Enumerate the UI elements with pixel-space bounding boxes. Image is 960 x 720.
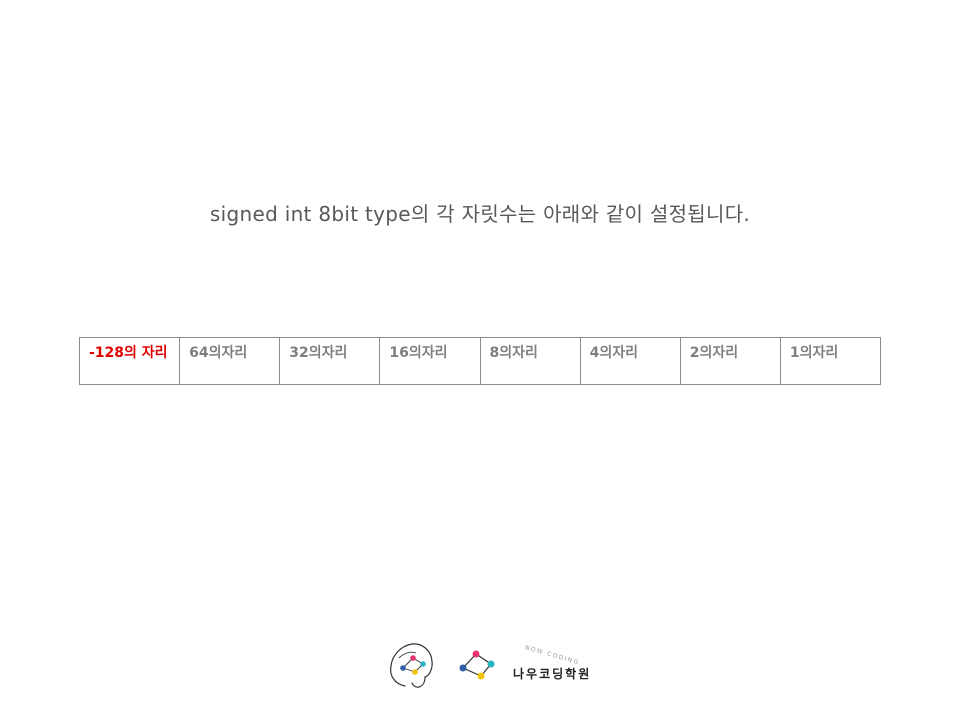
footer-tagline: NOW CODING	[524, 644, 581, 667]
table-cell-bit3: 8의자리	[479, 337, 581, 385]
bit-position-table: -128의 자리 64의자리 32의자리 16의자리 8의자리 4의자리 2의자…	[78, 337, 882, 385]
table-cell-bit6: 64의자리	[179, 337, 281, 385]
table-cell-bit7: -128의 자리	[78, 337, 181, 385]
table-cell-bit1: 2의자리	[679, 337, 781, 385]
head-logo-icon	[390, 643, 433, 688]
table-row: -128의 자리 64의자리 32의자리 16의자리 8의자리 4의자리 2의자…	[78, 337, 882, 385]
table-cell-bit4: 16의자리	[379, 337, 481, 385]
table-cell-bit5: 32의자리	[279, 337, 381, 385]
network-logo-icon	[459, 650, 495, 680]
slide-title: signed int 8bit type의 각 자릿수는 아래와 같이 설정됩니…	[209, 202, 751, 226]
footer-logo: NOW CODING 나우코딩학원	[385, 636, 615, 696]
footer-logo-graphics	[390, 643, 495, 688]
table-cell-bit2: 4의자리	[579, 337, 681, 385]
table-cell-bit0: 1의자리	[779, 337, 882, 385]
footer-brand: 나우코딩학원	[513, 667, 592, 681]
